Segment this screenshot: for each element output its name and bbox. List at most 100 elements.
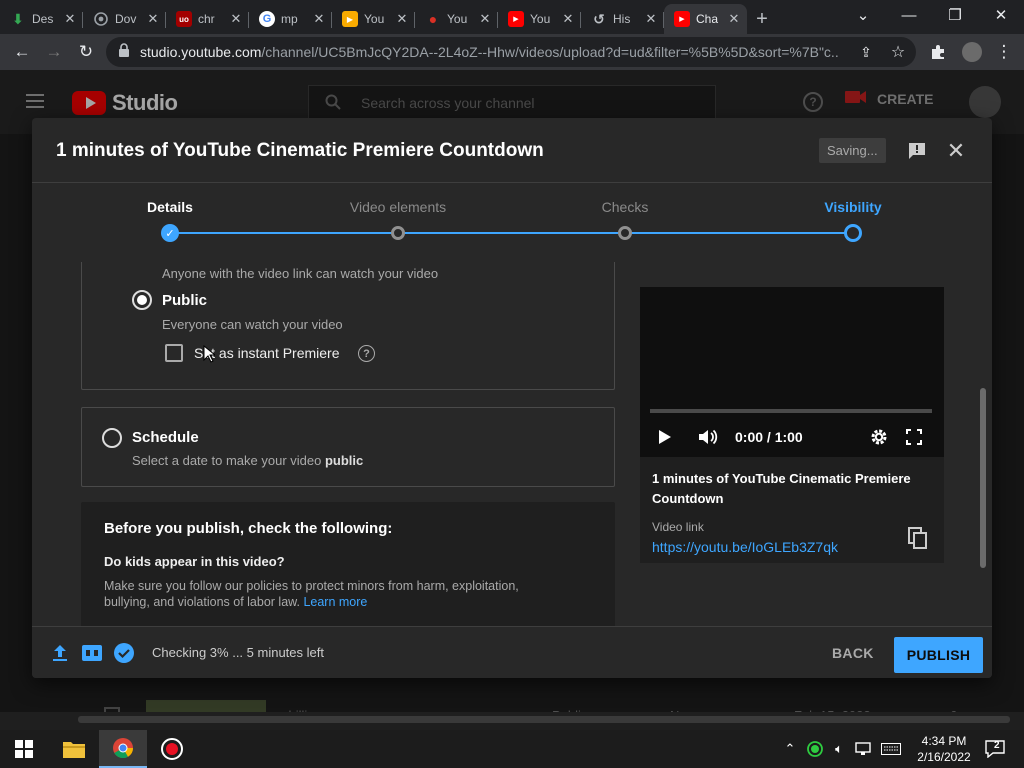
time-display: 0:00 / 1:00 — [735, 429, 803, 445]
reload-icon[interactable]: ↻ — [70, 36, 102, 68]
page-scrollbar[interactable] — [78, 716, 1010, 723]
dialog-footer: Checking 3% ... 5 minutes left BACK PUBL… — [32, 626, 992, 678]
youtube-icon: ▶ — [508, 11, 524, 27]
windows-start-icon[interactable] — [0, 730, 48, 768]
copy-icon[interactable] — [908, 527, 928, 549]
close-icon[interactable]: ✕ — [229, 11, 243, 27]
play-icon[interactable] — [658, 425, 672, 449]
notifications-icon[interactable]: 2 — [982, 730, 1008, 768]
schedule-description: Select a date to make your video public — [132, 453, 363, 468]
step-visibility[interactable]: Visibility — [824, 199, 881, 215]
schedule-description-bold: public — [324, 453, 364, 468]
window-close-icon[interactable]: ✕ — [978, 0, 1024, 30]
instant-premiere-label[interactable]: Set as instant Premiere — [194, 345, 340, 361]
browser-tab[interactable]: Dov ✕ — [83, 4, 166, 34]
tab-title: You — [364, 12, 385, 26]
youtube-icon: ▶ — [674, 11, 690, 27]
browser-tab[interactable]: ⬇ Des ✕ — [0, 4, 83, 34]
back-button[interactable]: BACK — [832, 645, 874, 661]
help-icon[interactable]: ? — [358, 345, 375, 362]
network-icon[interactable] — [852, 730, 874, 768]
forward-arrow-icon[interactable]: → — [38, 36, 70, 68]
share-icon[interactable]: ⇪ — [850, 36, 882, 68]
tab-title: You — [530, 12, 551, 26]
checkmark-icon[interactable]: ✓ — [161, 224, 179, 242]
profile-avatar[interactable] — [956, 36, 988, 68]
browser-tab-active[interactable]: ▶ Cha ✕ — [664, 4, 747, 34]
video-player[interactable]: 0:00 / 1:00 — [640, 287, 944, 457]
browser-tab[interactable]: ▶ You ✕ — [332, 4, 415, 34]
publish-checklist: Before you publish, check the following:… — [81, 502, 615, 626]
hd-processing-icon[interactable] — [82, 643, 102, 663]
browser-tab[interactable]: ▶ You ✕ — [498, 4, 581, 34]
google-icon: G — [259, 11, 275, 27]
url-path: /channel/UC5BmJcQY2DA--2L4oZ--Hhw/videos… — [261, 44, 840, 60]
learn-more-link[interactable]: Learn more — [303, 595, 367, 609]
schedule-label[interactable]: Schedule — [132, 429, 199, 446]
close-icon[interactable]: ✕ — [478, 11, 492, 27]
chevron-up-icon[interactable]: ⌃ — [780, 730, 800, 768]
step-node[interactable] — [618, 226, 632, 240]
publish-button[interactable]: PUBLISH — [894, 637, 983, 673]
bookmark-star-icon[interactable]: ☆ — [882, 36, 914, 68]
extensions-puzzle-icon[interactable] — [922, 36, 954, 68]
back-arrow-icon[interactable]: ← — [6, 36, 38, 68]
close-icon[interactable]: ✕ — [561, 11, 575, 27]
close-icon[interactable]: ✕ — [312, 11, 326, 27]
browser-tab[interactable]: ↺ His ✕ — [581, 4, 664, 34]
public-radio[interactable] — [132, 290, 152, 310]
close-icon[interactable]: ✕ — [395, 11, 409, 27]
progress-bar[interactable] — [650, 409, 932, 413]
more-menu-icon[interactable]: ⋮ — [988, 36, 1020, 68]
settings-gear-icon[interactable] — [870, 425, 888, 449]
system-clock[interactable]: 4:34 PM 2/16/2022 — [912, 733, 976, 765]
tab-title: mp — [281, 12, 298, 26]
fullscreen-icon[interactable] — [906, 425, 922, 449]
step-node[interactable] — [391, 226, 405, 240]
tab-search-icon[interactable]: ⌄ — [840, 0, 886, 30]
volume-icon[interactable]: 🔈︎ — [828, 730, 850, 768]
step-node-current[interactable] — [844, 224, 862, 242]
feedback-icon[interactable] — [904, 138, 930, 164]
file-explorer-icon[interactable] — [50, 730, 98, 768]
instant-premiere-checkbox[interactable] — [165, 344, 183, 362]
globe-icon — [93, 11, 109, 27]
step-video-elements[interactable]: Video elements — [350, 199, 446, 215]
schedule-radio[interactable] — [102, 428, 122, 448]
public-description: Everyone can watch your video — [162, 317, 343, 332]
step-checks[interactable]: Checks — [602, 199, 649, 215]
checklist-question: Do kids appear in this video? — [104, 554, 285, 569]
browser-tab[interactable]: G mp ✕ — [249, 4, 332, 34]
browser-tab[interactable]: uo chr ✕ — [166, 4, 249, 34]
upload-icon[interactable] — [50, 643, 70, 663]
lock-icon[interactable] — [118, 42, 130, 62]
browser-tab[interactable]: ● You ✕ — [415, 4, 498, 34]
schedule-card[interactable]: Schedule Select a date to make your vide… — [81, 407, 615, 487]
address-bar[interactable]: studio.youtube.com/channel/UC5BmJcQY2DA-… — [106, 37, 916, 67]
checklist-heading: Before you publish, check the following: — [104, 520, 393, 537]
stepper-line — [170, 232, 853, 234]
location-pin-icon: ● — [428, 11, 438, 27]
new-tab-button[interactable]: + — [747, 4, 777, 34]
keyboard-icon[interactable] — [878, 730, 904, 768]
saving-badge: Saving... — [819, 138, 886, 163]
chrome-icon[interactable] — [99, 730, 147, 768]
recording-status-icon[interactable] — [804, 730, 826, 768]
close-icon[interactable]: ✕ — [943, 138, 969, 164]
close-icon[interactable]: ✕ — [727, 11, 741, 27]
screen-recorder-icon[interactable] — [148, 730, 196, 768]
mouse-cursor-icon — [203, 344, 217, 368]
close-icon[interactable]: ✕ — [63, 11, 77, 27]
checks-complete-icon[interactable] — [114, 643, 134, 663]
step-details[interactable]: Details — [147, 199, 193, 215]
dialog-scrollbar[interactable] — [980, 388, 986, 568]
video-link[interactable]: https://youtu.be/IoGLEb3Z7qk — [652, 539, 838, 555]
close-icon[interactable]: ✕ — [146, 11, 160, 27]
close-icon[interactable]: ✕ — [644, 11, 658, 27]
youtube-studio-icon: ▶ — [342, 11, 358, 27]
restore-icon[interactable]: ❐ — [932, 0, 978, 30]
url-domain: studio.youtube.com — [140, 44, 262, 60]
minimize-icon[interactable]: — — [886, 0, 932, 30]
public-label[interactable]: Public — [162, 292, 207, 309]
volume-icon[interactable] — [698, 425, 720, 449]
